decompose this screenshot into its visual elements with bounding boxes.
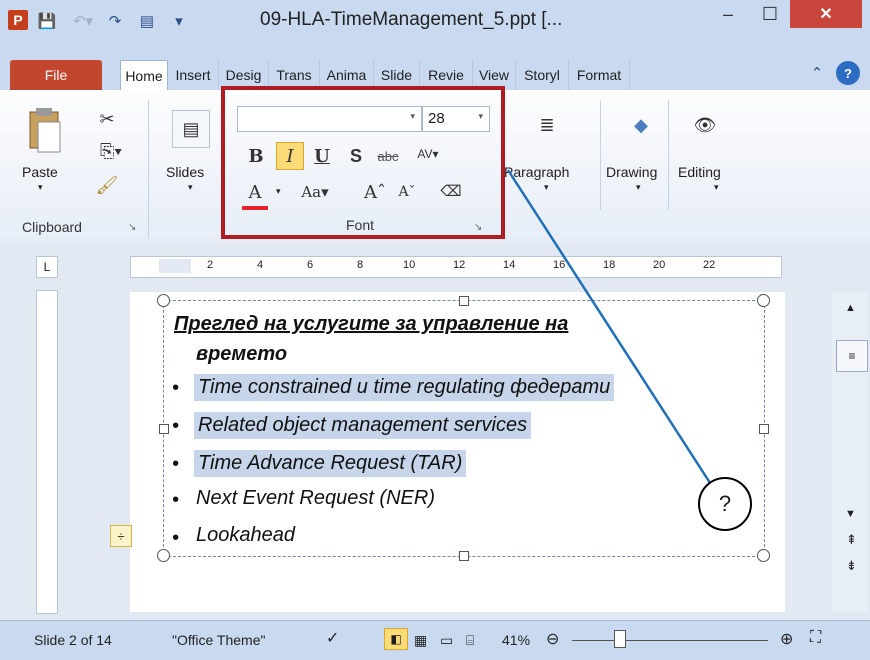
callout-line: [506, 169, 714, 487]
question-callout: ?: [698, 477, 752, 531]
